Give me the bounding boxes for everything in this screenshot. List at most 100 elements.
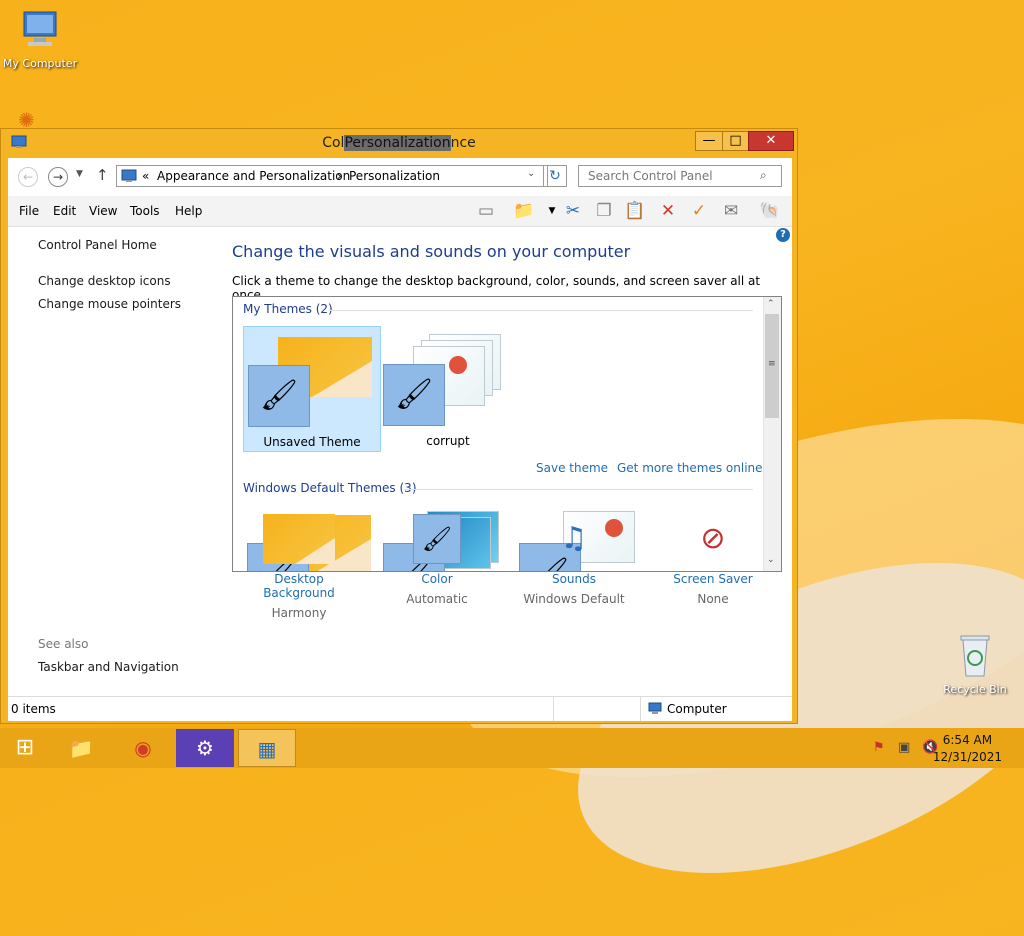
menu-help[interactable]: Help bbox=[175, 204, 202, 218]
computer-icon bbox=[648, 702, 662, 714]
start-windows-icon[interactable]: ⊞ bbox=[0, 729, 50, 767]
layout-pane-icon[interactable]: ▭ bbox=[474, 200, 498, 222]
address-bar[interactable]: « Appearance and Personalization › Perso… bbox=[116, 165, 548, 187]
settings-gear-icon[interactable]: ⚙ bbox=[176, 729, 234, 767]
see-also-heading: See also bbox=[38, 637, 89, 651]
group-divider bbox=[329, 310, 753, 311]
theme-settings-row: Desktop Background Harmony 🖌 Color Autom… bbox=[232, 514, 792, 620]
color-palette-icon: 🖌 bbox=[383, 364, 445, 426]
theme-corrupt[interactable]: 🖌 corrupt bbox=[379, 326, 517, 452]
desktop-icon-label: My Computer bbox=[2, 57, 78, 70]
change-mouse-pointers-link[interactable]: Change mouse pointers bbox=[38, 297, 181, 311]
desktop-background-setting[interactable]: Desktop Background Harmony bbox=[239, 514, 359, 620]
recycle-bin-icon bbox=[960, 635, 990, 677]
screen-saver-off-icon: ⊘ bbox=[700, 521, 726, 556]
organize-folder-icon[interactable]: 📁 bbox=[512, 200, 536, 222]
maximize-button[interactable]: □ bbox=[722, 131, 749, 151]
computer-icon bbox=[23, 11, 57, 46]
shell-icon[interactable]: 🐚 bbox=[758, 200, 782, 222]
taskbar-navigation-link[interactable]: Taskbar and Navigation bbox=[38, 660, 179, 674]
breadcrumb-prefix[interactable]: « bbox=[142, 169, 149, 183]
color-setting[interactable]: 🖌 Color Automatic bbox=[377, 514, 497, 606]
left-navigation-pane: Control Panel Home Change desktop icons … bbox=[8, 226, 222, 686]
status-items-count: 0 items bbox=[11, 702, 56, 716]
sounds-setting[interactable]: ♫ Sounds Windows Default bbox=[514, 514, 634, 606]
setting-label[interactable]: Color bbox=[377, 572, 497, 586]
window-title: ColPersonalizationnce bbox=[1, 135, 797, 151]
search-input[interactable]: Search Control Panel bbox=[578, 165, 782, 187]
scroll-up-icon[interactable]: ⌃ bbox=[767, 299, 775, 309]
menu-edit[interactable]: Edit bbox=[53, 204, 76, 218]
theme-name: Unsaved Theme bbox=[263, 435, 361, 449]
setting-value: Harmony bbox=[271, 606, 327, 620]
menu-file[interactable]: File bbox=[19, 204, 39, 218]
change-desktop-icons-link[interactable]: Change desktop icons bbox=[38, 274, 171, 288]
personalization-window: ColPersonalizationnce — □ ✕ ← → ▼ ↑ « Ap… bbox=[0, 128, 798, 724]
action-center-flag-icon[interactable]: ⚑ bbox=[873, 740, 885, 755]
page-title: Change the visuals and sounds on your co… bbox=[232, 242, 631, 261]
breadcrumb-personalization[interactable]: Personalization bbox=[349, 169, 440, 183]
desktop-icon-label: Recycle Bin bbox=[943, 683, 1007, 696]
control-panel-home-link[interactable]: Control Panel Home bbox=[38, 238, 157, 252]
copy-icon[interactable]: ❐ bbox=[592, 200, 616, 222]
setting-label[interactable]: Desktop Background bbox=[239, 572, 359, 600]
recent-pages-dropdown[interactable]: ▼ bbox=[76, 169, 83, 179]
setting-value: Automatic bbox=[406, 592, 468, 606]
address-row: ← → ▼ ↑ « Appearance and Personalization… bbox=[8, 158, 792, 196]
control-panel-taskbar-icon[interactable]: ▦ bbox=[238, 729, 296, 767]
file-explorer-icon[interactable]: 📁 bbox=[52, 729, 110, 767]
theme-unsaved[interactable]: 🖌 Unsaved Theme bbox=[243, 326, 381, 452]
minimize-button[interactable]: — bbox=[695, 131, 723, 151]
mail-icon[interactable]: ✉ bbox=[719, 200, 743, 222]
clock-time: 6:54 AM bbox=[942, 733, 993, 747]
system-clock[interactable]: 6:54 AM 12/31/2021 bbox=[933, 733, 1002, 764]
flower-image bbox=[449, 356, 467, 374]
refresh-button[interactable]: ↻ bbox=[543, 165, 567, 187]
up-arrow-icon[interactable]: ↑ bbox=[96, 166, 109, 184]
my-themes-header: My Themes (2) bbox=[243, 302, 333, 316]
title-text-right: nce bbox=[450, 135, 476, 151]
breadcrumb-appearance[interactable]: Appearance and Personalization bbox=[157, 169, 350, 183]
title-text-left: Col bbox=[322, 135, 345, 151]
setting-label[interactable]: Screen Saver bbox=[653, 572, 773, 586]
group-divider bbox=[403, 489, 753, 490]
menu-bar: File Edit View Tools Help ▭ 📁 ▼ ✂ ❐ 📋 ✕ … bbox=[8, 196, 792, 227]
help-icon[interactable]: ? bbox=[776, 228, 790, 242]
delete-icon[interactable]: ✕ bbox=[656, 200, 680, 222]
chrome-icon[interactable]: ◉ bbox=[114, 729, 172, 767]
setting-value: None bbox=[697, 592, 729, 606]
address-dropdown-icon[interactable]: ⌄ bbox=[527, 168, 535, 179]
search-icon[interactable]: ⌕ bbox=[760, 168, 767, 183]
desktop-icon-my-computer[interactable]: My Computer bbox=[0, 10, 80, 70]
clock-date: 12/31/2021 bbox=[932, 750, 1002, 764]
desktop-background-icon bbox=[263, 514, 335, 564]
back-button[interactable]: ← bbox=[18, 167, 38, 187]
cut-icon[interactable]: ✂ bbox=[561, 200, 585, 222]
get-more-themes-link[interactable]: Get more themes online bbox=[617, 461, 763, 475]
sounds-piano-icon: ♫ bbox=[560, 521, 588, 556]
paste-icon[interactable]: 📋 bbox=[623, 200, 647, 222]
taskbar: ⊞ 📁 ◉ ⚙ ▦ ⚑ ▣ 🔇 6:54 AM 12/31/2021 bbox=[0, 728, 1024, 768]
menu-view[interactable]: View bbox=[89, 204, 117, 218]
title-bar[interactable]: ColPersonalizationnce — □ ✕ bbox=[1, 129, 797, 157]
network-icon[interactable]: ▣ bbox=[898, 740, 910, 755]
breadcrumb-separator[interactable]: › bbox=[337, 169, 342, 183]
save-theme-link[interactable]: Save theme bbox=[536, 461, 608, 475]
color-palette-icon: 🖌 bbox=[248, 365, 310, 427]
color-palette-icon: 🖌 bbox=[413, 514, 461, 564]
title-text-highlight: Personalization bbox=[344, 135, 451, 151]
status-bar: 0 items Computer bbox=[8, 696, 792, 721]
setting-label[interactable]: Sounds bbox=[514, 572, 634, 586]
desktop-icon-recycle-bin[interactable]: Recycle Bin bbox=[935, 630, 1015, 696]
setting-value: Windows Default bbox=[523, 592, 625, 606]
control-panel-icon bbox=[121, 169, 137, 182]
flower-icon: ✺ bbox=[18, 108, 35, 132]
theme-name: corrupt bbox=[426, 434, 470, 448]
status-location: Computer bbox=[667, 702, 727, 716]
screen-saver-setting[interactable]: ⊘ Screen Saver None bbox=[653, 514, 773, 606]
scroll-grip-icon: ≡ bbox=[768, 359, 776, 369]
menu-tools[interactable]: Tools bbox=[130, 204, 160, 218]
properties-check-icon[interactable]: ✓ bbox=[687, 200, 711, 222]
close-button[interactable]: ✕ bbox=[748, 131, 794, 151]
forward-button[interactable]: → bbox=[48, 167, 68, 187]
